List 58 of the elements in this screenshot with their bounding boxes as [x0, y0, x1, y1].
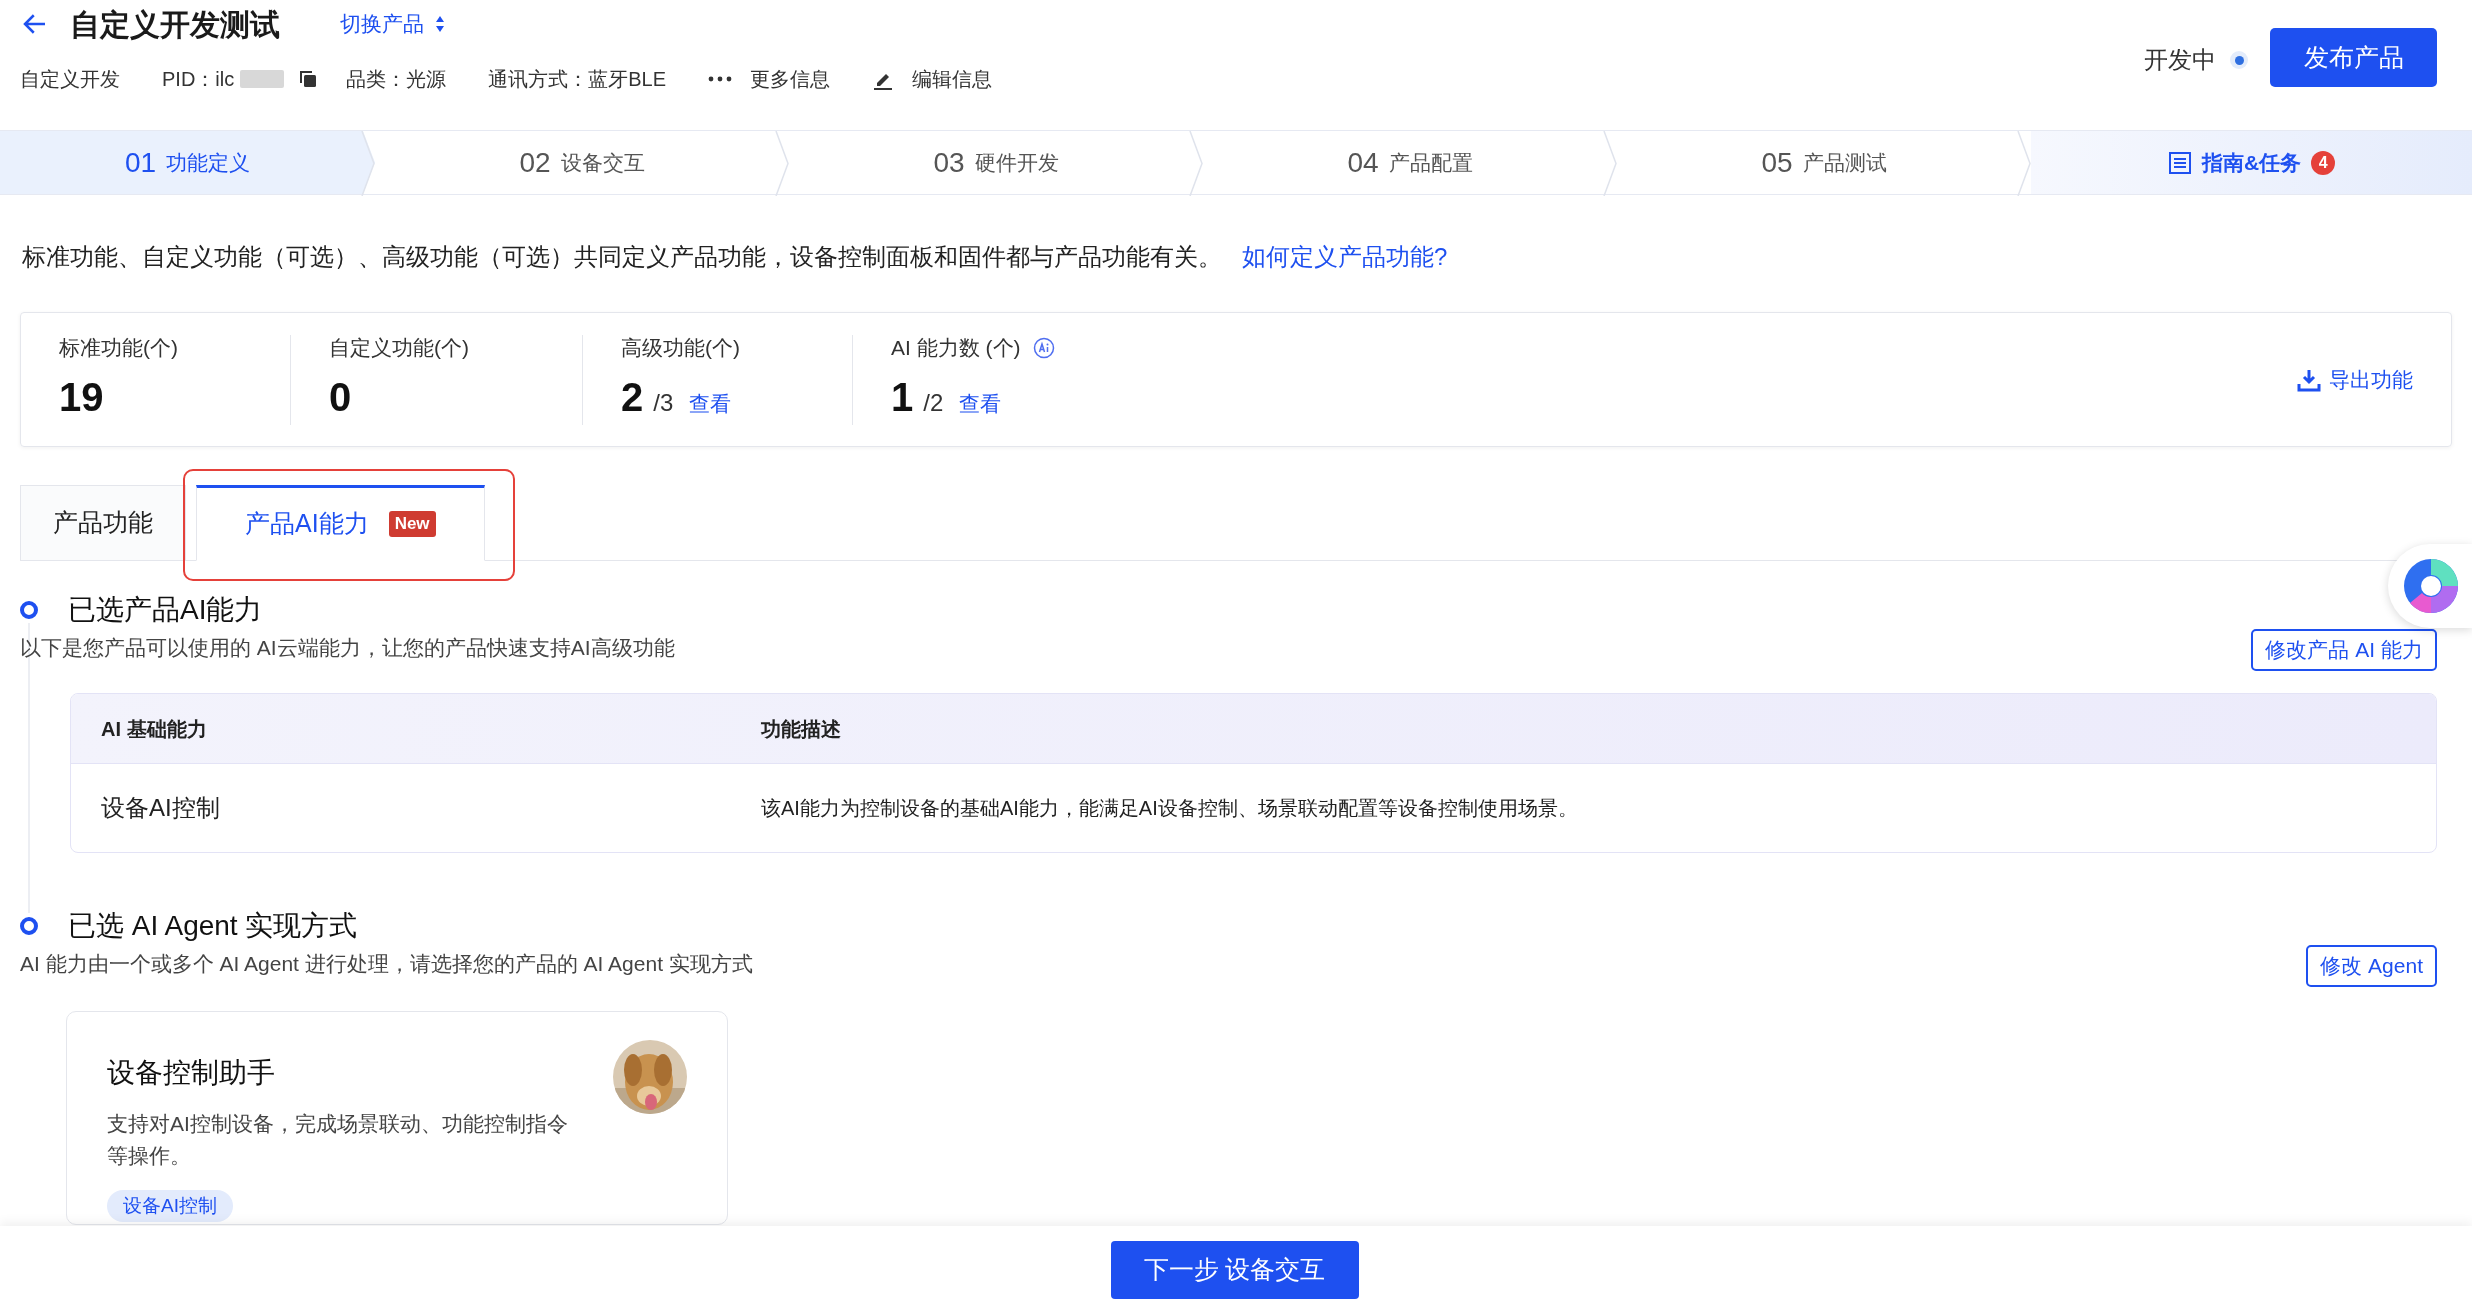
tab[interactable]: 产品功能	[20, 485, 186, 561]
copy-icon[interactable]	[298, 69, 319, 89]
view-link[interactable]: 查看	[689, 388, 732, 420]
product-title: 自定义开发测试	[70, 6, 280, 43]
pid-text: PID：ilc	[162, 67, 235, 92]
meta-text: 品类：光源	[346, 67, 447, 92]
modify-button[interactable]: 修改 Agent	[2306, 945, 2437, 987]
intro-text: 标准功能、自定义功能（可选）、高级功能（可选）共同定义产品功能，设备控制面板和固件都与产品功能有关。	[22, 242, 1222, 272]
step-tab[interactable]: 01 功能定义	[0, 131, 375, 194]
meta-text: 通讯方式：蓝牙BLE	[488, 67, 667, 92]
agent-card[interactable]: 设备控制助手 支持对AI控制设备，完成场景联动、功能控制指令等操作。 设备AI控制	[66, 1011, 728, 1225]
next-step-button[interactable]: 下一步 设备交互	[1110, 1241, 1359, 1299]
help-link[interactable]: 如何定义产品功能?	[1242, 239, 1448, 275]
step-tab[interactable]: 05 产品测试	[1617, 131, 2031, 194]
download-icon	[2297, 367, 2321, 392]
step-tab[interactable]: 04 产品配置	[1203, 131, 1617, 194]
stat-total: /3	[653, 388, 674, 419]
capability-tag: 设备AI控制	[107, 1190, 233, 1222]
stat-value: 0	[329, 374, 352, 422]
section-title: 已选 AI Agent 实现方式	[68, 909, 358, 943]
stat-label: 自定义功能(个)	[329, 334, 469, 361]
table-cell-text: 该AI能力为控制设备的基础AI能力，能满足AI设备控制、场景联动配置等设备控制使用场景。	[760, 796, 1579, 821]
section-description: 以下是您产品可以使用的 AI云端能力，让您的产品快速支持AI高级功能	[20, 634, 675, 661]
stat-value: 2	[621, 374, 644, 422]
agent-name: 设备控制助手	[107, 1056, 276, 1090]
stat-value: 1	[891, 374, 914, 422]
table-cell-text: 设备AI控制	[100, 793, 221, 823]
new-badge: New	[388, 511, 436, 537]
stat-total: /2	[923, 388, 944, 419]
guide-tasks-button[interactable]: 指南&任务 4	[2031, 131, 2472, 194]
publish-button[interactable]: 发布产品	[2270, 28, 2437, 87]
status-text: 开发中	[2144, 45, 2216, 75]
view-link[interactable]: 查看	[959, 388, 1002, 420]
list-icon	[2167, 150, 2192, 175]
export-button[interactable]: 导出功能	[2297, 363, 2413, 396]
tab[interactable]: 产品AI能力 New	[196, 485, 485, 561]
count-badge: 4	[2311, 150, 2336, 175]
column-header: AI 基础能力	[100, 716, 208, 742]
step-tab[interactable]: 02 设备交互	[375, 131, 789, 194]
section-description: AI 能力由一个或多个 AI Agent 进行处理，请选择您的产品的 AI Agent 实现方式	[20, 950, 753, 977]
swirl-logo-icon	[2402, 557, 2460, 615]
agent-description: 支持对AI控制设备，完成场景联动、功能控制指令等操作。	[107, 1111, 569, 1169]
column-header: 功能描述	[760, 716, 842, 742]
meta-text: 自定义开发	[20, 67, 120, 92]
assistant-float-button[interactable]	[2388, 544, 2472, 628]
more-info-button[interactable]: 更多信息	[708, 64, 831, 94]
sort-icon	[434, 14, 446, 34]
stat-label: AI 能力数 (个)	[891, 334, 1021, 361]
section-title: 已选产品AI能力	[68, 593, 263, 627]
stat-value: 19	[59, 374, 104, 422]
step-tab[interactable]: 03 硬件开发	[789, 131, 1203, 194]
stat-label: 高级功能(个)	[621, 334, 740, 361]
more-icon	[708, 76, 733, 82]
modify-button[interactable]: 修改产品 AI 能力	[2251, 629, 2437, 671]
stat-label: 标准功能(个)	[59, 334, 178, 361]
blurred-value	[240, 70, 285, 88]
switch-product-link[interactable]: 切换产品	[340, 8, 446, 40]
edit-info-button[interactable]: 编辑信息	[872, 64, 993, 94]
